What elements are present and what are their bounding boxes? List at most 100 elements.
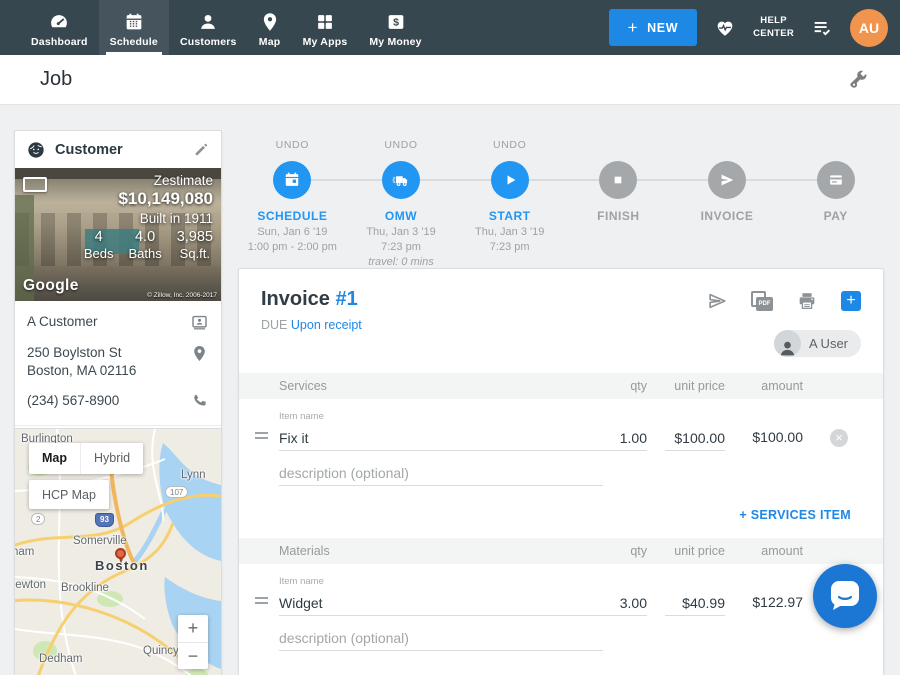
send-invoice-icon[interactable] xyxy=(706,290,728,312)
map-place-lynn: Lynn xyxy=(181,469,206,481)
schedule-step-icon[interactable] xyxy=(273,161,311,199)
step-invoice: INVOICE xyxy=(673,139,782,268)
page-header: Job xyxy=(0,55,900,105)
material-description-input[interactable] xyxy=(279,626,603,651)
service-amount: $100.00 xyxy=(725,429,803,451)
undo-omw-link[interactable]: UNDO xyxy=(384,139,417,153)
nav-item-my-apps[interactable]: My Apps xyxy=(292,0,359,55)
remove-item-icon[interactable]: × xyxy=(830,429,848,447)
nav-item-dashboard[interactable]: Dashboard xyxy=(20,0,99,55)
top-nav: Dashboard Schedule Customers Map My Apps xyxy=(0,0,900,55)
undo-schedule-link[interactable]: UNDO xyxy=(276,139,309,153)
phone-icon[interactable] xyxy=(190,392,209,411)
help-center-link[interactable]: HELP CENTER xyxy=(753,15,794,40)
qty-column-header: qty xyxy=(587,544,647,558)
route-badge-107: 107 xyxy=(165,486,188,498)
map-type-hybrid-button[interactable]: Hybrid xyxy=(80,443,143,474)
invoice-number: #1 xyxy=(335,288,357,310)
zoom-in-button[interactable]: + xyxy=(178,615,208,642)
service-description-row xyxy=(239,451,883,486)
amount-column-header: amount xyxy=(725,544,803,558)
chat-bubble-button[interactable] xyxy=(813,564,877,628)
baths-value: 4.0 xyxy=(128,229,161,245)
drag-handle-icon[interactable] xyxy=(255,429,279,451)
new-button[interactable]: + NEW xyxy=(609,9,698,46)
omw-truck-icon[interactable] xyxy=(382,161,420,199)
step-date: Thu, Jan 3 '19 xyxy=(366,226,435,238)
map-widget[interactable]: Burlington Lynn 107 2 93 Somerville ham … xyxy=(14,428,222,675)
job-tools-icon[interactable] xyxy=(846,68,870,92)
service-description-input[interactable] xyxy=(279,461,603,486)
service-item-name-input[interactable] xyxy=(279,426,587,451)
map-pin-icon xyxy=(259,11,281,33)
services-section-header: Services qty unit price amount xyxy=(239,373,883,399)
start-play-icon[interactable] xyxy=(491,161,529,199)
service-line-item: Item name $100.00 × xyxy=(239,399,883,451)
customer-name: A Customer xyxy=(27,313,98,331)
map-place-newton: Newton xyxy=(14,579,46,591)
zoom-out-button[interactable]: − xyxy=(178,642,208,669)
material-unit-price-input[interactable] xyxy=(665,591,725,616)
pdf-icon-label: PDF xyxy=(756,297,773,311)
svg-text:$: $ xyxy=(393,17,399,29)
sqft-value: 3,985 xyxy=(177,229,213,245)
customer-address-row: 250 Boylston St Boston, MA 02116 xyxy=(27,344,209,380)
add-invoice-item-button[interactable]: + xyxy=(841,291,861,311)
invoice-send-icon[interactable] xyxy=(708,161,746,199)
streetview-icon xyxy=(23,177,47,192)
nav-label: My Money xyxy=(369,36,421,48)
assigned-user-chip[interactable]: A User xyxy=(774,330,861,357)
map-place-brookline: Brookline xyxy=(61,582,109,594)
address-line1: 250 Boylston St xyxy=(27,344,136,362)
step-label: OMW xyxy=(385,209,417,223)
step-start: UNDO START Thu, Jan 3 '19 7:23 pm xyxy=(455,139,564,268)
user-avatar[interactable]: AU xyxy=(850,9,888,47)
due-terms-link[interactable]: Upon receipt xyxy=(291,318,362,332)
health-heart-icon[interactable] xyxy=(714,17,736,39)
help-center-line1: HELP xyxy=(753,15,794,27)
nav-item-my-money[interactable]: $ My Money xyxy=(358,0,432,55)
nav-right: + NEW HELP CENTER AU xyxy=(609,0,888,55)
baths-stat: 4.0 Baths xyxy=(128,229,161,261)
material-item-name-input[interactable] xyxy=(279,591,587,616)
pdf-icon[interactable]: PDF xyxy=(751,291,773,311)
service-unit-price-input[interactable] xyxy=(665,426,725,451)
add-services-item-link[interactable]: + SERVICES ITEM xyxy=(739,508,851,522)
customers-icon xyxy=(197,11,219,33)
hcp-map-button[interactable]: HCP Map xyxy=(29,480,109,509)
print-icon[interactable] xyxy=(796,290,818,312)
step-label: FINISH xyxy=(597,209,639,223)
nav-label: Dashboard xyxy=(31,36,88,48)
contact-card-icon[interactable] xyxy=(190,313,209,332)
nav-item-schedule[interactable]: Schedule xyxy=(99,0,169,55)
new-button-label: NEW xyxy=(647,21,678,35)
nav-item-map[interactable]: Map xyxy=(248,0,292,55)
step-label: INVOICE xyxy=(701,209,754,223)
drag-handle-icon[interactable] xyxy=(255,594,279,616)
map-place-quincy: Quincy xyxy=(143,645,179,657)
map-place-dedham: Dedham xyxy=(39,653,82,665)
material-qty-input[interactable] xyxy=(587,591,647,616)
step-finish: FINISH xyxy=(564,139,673,268)
zestimate-overlay: Zestimate $10,149,080 Built in 1911 4 Be… xyxy=(84,173,213,261)
page-title: Job xyxy=(40,68,72,91)
edit-pencil-icon[interactable] xyxy=(193,141,210,158)
activity-feed-icon[interactable] xyxy=(811,17,833,39)
step-label: START xyxy=(489,209,531,223)
step-time: 7:23 pm xyxy=(490,241,530,253)
customer-phone-row: (234) 567-8900 xyxy=(27,392,209,411)
property-stats: 4 Beds 4.0 Baths 3,985 Sq.ft. xyxy=(84,229,213,261)
finish-stop-icon[interactable] xyxy=(599,161,637,199)
location-pin-icon[interactable] xyxy=(190,344,209,363)
nav-item-customers[interactable]: Customers xyxy=(169,0,248,55)
zestimate-label: Zestimate xyxy=(84,173,213,188)
user-silhouette-icon xyxy=(774,330,801,357)
map-type-map-button[interactable]: Map xyxy=(29,443,80,474)
property-photo[interactable]: Zestimate $10,149,080 Built in 1911 4 Be… xyxy=(15,168,221,301)
customer-card-header: Customer xyxy=(15,131,221,168)
service-qty-input[interactable] xyxy=(587,426,647,451)
undo-start-link[interactable]: UNDO xyxy=(493,139,526,153)
pay-card-icon[interactable] xyxy=(817,161,855,199)
route-badge-2: 2 xyxy=(31,513,45,525)
map-place-somerville: Somerville xyxy=(73,535,127,547)
